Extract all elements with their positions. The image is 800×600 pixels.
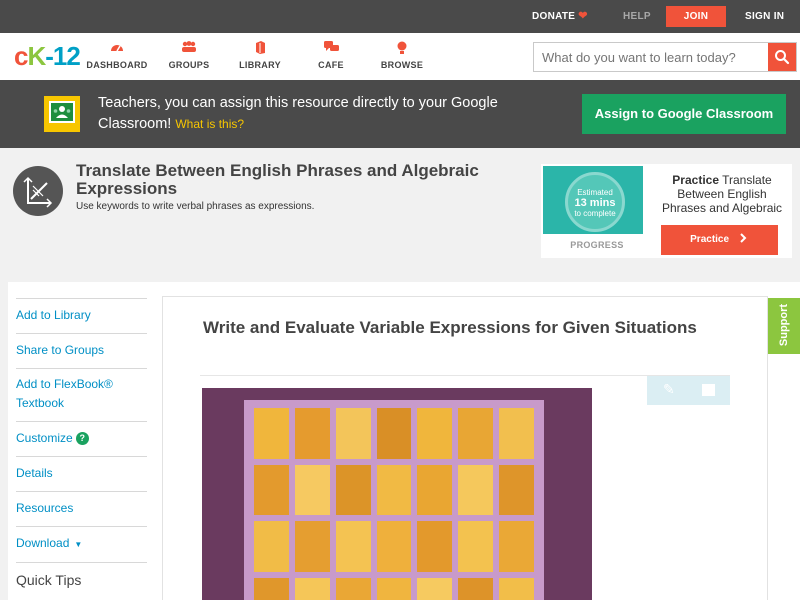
logo-12: -12	[45, 41, 81, 71]
customize-link[interactable]: Customize?	[16, 421, 147, 456]
practice-button[interactable]: Practice	[661, 225, 778, 255]
download-label: Download	[16, 536, 70, 550]
nav-dashboard[interactable]: DASHBOARD	[82, 41, 152, 70]
caret-down-icon: ▼	[74, 540, 83, 549]
library-icon	[225, 41, 295, 55]
google-classroom-banner: Teachers, you can assign this resource d…	[0, 80, 800, 148]
left-sidebar: Add to Library Share to Groups Add to Fl…	[8, 282, 150, 600]
notes-icon[interactable]	[702, 384, 715, 396]
pencil-icon[interactable]: ✎	[663, 381, 675, 398]
estimate-value: 13 mins	[574, 197, 616, 209]
quilt-image	[202, 388, 592, 600]
search-icon	[775, 50, 790, 65]
nav-groups[interactable]: GROUPS	[154, 41, 224, 70]
classroom-message: Teachers, you can assign this resource d…	[98, 93, 558, 135]
logo-c: c	[14, 41, 29, 71]
nav-cafe-label: CAFE	[318, 60, 344, 70]
nav-dashboard-label: DASHBOARD	[86, 60, 148, 70]
estimate-suffix: to complete	[574, 209, 616, 218]
search-button[interactable]	[768, 43, 796, 71]
groups-icon	[154, 41, 224, 55]
practice-graphic: Estimated 13 mins to complete	[543, 166, 643, 234]
progress-label: PROGRESS	[570, 240, 624, 250]
concept-graph-icon	[13, 166, 63, 216]
what-is-this-link[interactable]: What is this?	[175, 117, 244, 131]
customize-label: Customize	[16, 431, 73, 445]
help-link[interactable]: HELP	[623, 0, 651, 33]
add-to-library-link[interactable]: Add to Library	[16, 298, 147, 333]
support-label: Support	[778, 303, 790, 347]
content-tools: ✎	[647, 376, 730, 405]
share-to-groups-link[interactable]: Share to Groups	[16, 333, 147, 368]
quilt-squares	[254, 408, 534, 600]
google-classroom-icon	[44, 96, 80, 132]
nav-browse-label: BROWSE	[380, 60, 424, 70]
nav-groups-label: GROUPS	[168, 60, 210, 70]
sign-in-link[interactable]: SIGN IN	[745, 0, 784, 33]
donate-label: DONATE	[532, 11, 576, 22]
nav-browse[interactable]: BROWSE	[367, 41, 437, 70]
nav-library-label: LIBRARY	[239, 60, 281, 70]
practice-title-bold: Practice	[672, 173, 719, 187]
main-nav: cK-12 DASHBOARD GROUPS LIBRARY CAFE BROW…	[0, 33, 800, 80]
concept-title: Translate Between English Phrases and Al…	[76, 161, 479, 198]
classroom-message-text: Teachers, you can assign this resource d…	[98, 95, 498, 132]
search-box	[533, 42, 797, 72]
add-to-flexbook-link[interactable]: Add to FlexBook® Textbook	[16, 368, 147, 421]
assign-to-google-classroom-button[interactable]: Assign to Google Classroom	[582, 94, 786, 134]
browse-icon	[367, 41, 437, 55]
nav-cafe[interactable]: CAFE	[296, 41, 366, 70]
concept-subtitle: Use keywords to write verbal phrases as …	[76, 201, 315, 212]
heart-icon: ❤	[578, 10, 588, 22]
practice-title: Practice Translate Between English Phras…	[654, 173, 790, 215]
ck12-logo[interactable]: cK-12	[14, 41, 81, 71]
search-input[interactable]	[534, 43, 769, 71]
donate-link[interactable]: DONATE ❤	[532, 0, 588, 33]
time-estimate-badge: Estimated 13 mins to complete	[565, 172, 625, 232]
logo-k: K	[27, 41, 46, 71]
chevron-right-icon	[740, 233, 747, 243]
top-utility-bar: DONATE ❤ HELP JOIN SIGN IN	[0, 0, 800, 33]
nav-library[interactable]: LIBRARY	[225, 41, 295, 70]
details-link[interactable]: Details	[16, 456, 147, 491]
resources-link[interactable]: Resources	[16, 491, 147, 526]
dashboard-icon	[82, 41, 152, 55]
download-link[interactable]: Download ▼	[16, 526, 147, 562]
sidebar-menu: Add to Library Share to Groups Add to Fl…	[16, 298, 147, 588]
join-button[interactable]: JOIN	[666, 6, 726, 27]
help-badge-icon: ?	[75, 432, 89, 445]
quick-tips-heading: Quick Tips	[16, 562, 147, 588]
modality-title: Write and Evaluate Variable Expressions …	[203, 318, 697, 337]
estimate-label: Estimated	[577, 188, 613, 197]
practice-button-label: Practice	[690, 234, 730, 245]
practice-card: Estimated 13 mins to complete PROGRESS P…	[541, 164, 792, 258]
support-tab[interactable]: Support	[768, 298, 800, 354]
cafe-icon	[296, 41, 366, 55]
